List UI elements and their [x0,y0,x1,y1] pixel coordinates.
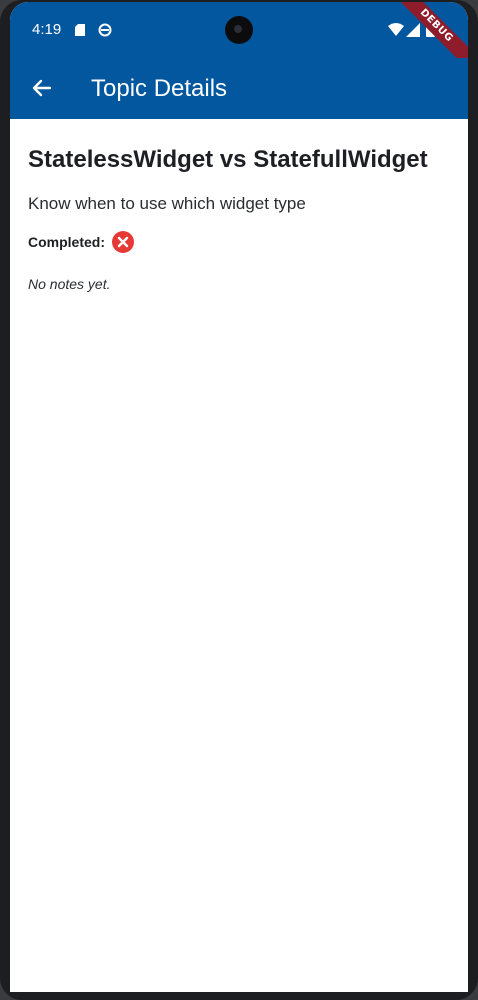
status-bar: 4:19 DEBUG [10,2,468,75]
app-bar-title: Topic Details [91,75,228,102]
back-arrow-icon[interactable] [28,74,56,102]
completed-status-row: Completed: [28,230,448,254]
status-time: 4:19 [32,21,62,38]
device-frame: 4:19 DEBUG Topic Details StatelessWidget… [0,0,478,1000]
completed-label: Completed: [28,234,105,250]
sd-card-icon [75,24,85,36]
app-bar: Topic Details [10,58,468,119]
app-screen: 4:19 DEBUG Topic Details StatelessWidget… [10,2,468,992]
topic-details-content: StatelessWidget vs StatefullWidget Know … [28,119,448,292]
sync-icon [98,23,112,37]
signal-icon [406,23,420,37]
topic-title: StatelessWidget vs StatefullWidget [28,146,428,173]
topic-description: Know when to use which widget type [28,194,306,213]
front-camera [225,16,253,44]
topic-notes: No notes yet. [28,276,111,292]
wifi-icon [388,23,404,36]
cancel-icon [112,231,134,253]
